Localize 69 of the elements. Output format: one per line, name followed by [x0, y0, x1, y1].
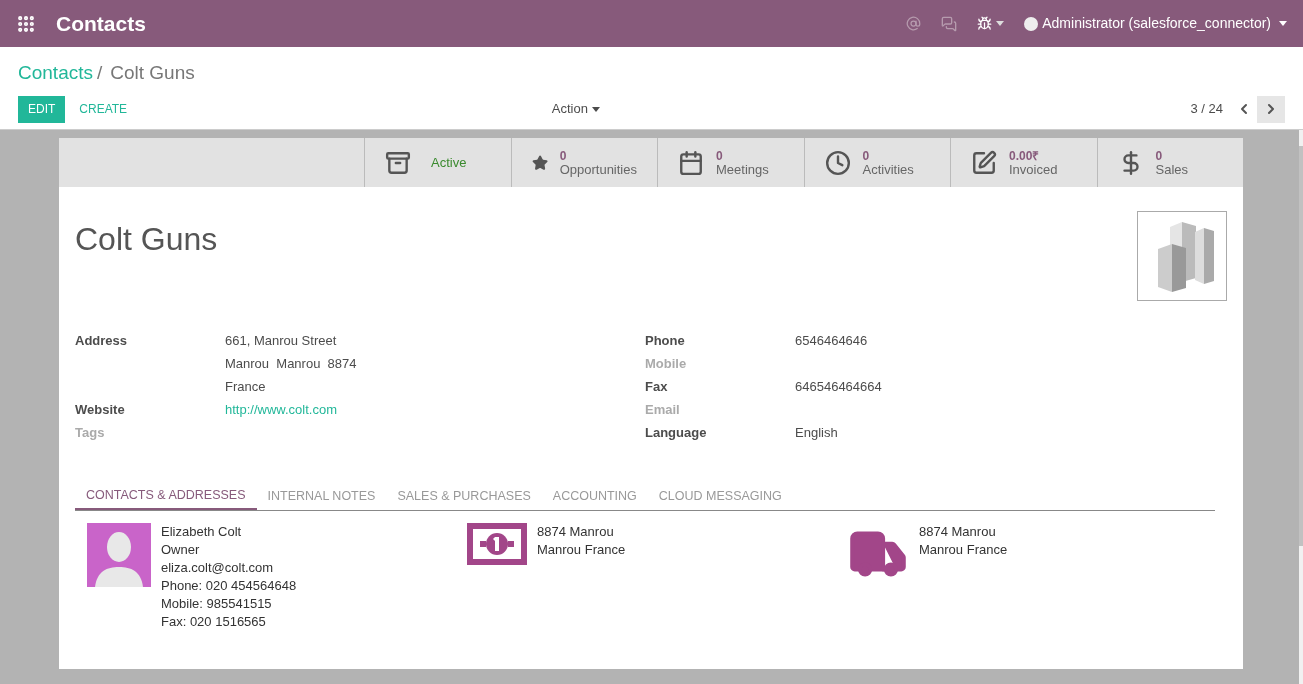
stat-button[interactable]: 0 Activities	[803, 138, 950, 187]
caret-icon	[996, 21, 1005, 26]
contact-detail: Fax: 020 1516565	[161, 613, 267, 631]
debug-icon[interactable]	[977, 16, 993, 31]
stat-button[interactable]: 0.00₹ Invoiced	[950, 138, 1097, 187]
stat-label: Meetings	[716, 162, 769, 177]
create-button[interactable]: CREATE	[65, 95, 142, 123]
contact-detail: Manrou France	[919, 541, 1008, 559]
pager-counter: 3 / 24	[1190, 100, 1223, 119]
field-label: Fax	[645, 378, 669, 396]
action-dropdown[interactable]: Action	[551, 99, 600, 119]
stat-value: 0	[1155, 148, 1163, 163]
field-label: Language	[645, 424, 708, 442]
stat-button[interactable]: 0 Meetings	[657, 138, 804, 187]
field-label: Website	[75, 401, 126, 419]
app-title: Contacts	[56, 10, 146, 37]
apps-menu-icon[interactable]	[16, 13, 36, 34]
clock-icon	[824, 149, 851, 176]
stat-label: Activities	[862, 162, 914, 177]
field-value: English	[795, 424, 838, 442]
stat-value: 0	[716, 148, 723, 163]
user-avatar	[1024, 16, 1039, 31]
field-value: 6546464646	[795, 332, 868, 350]
avatar-silhouette-icon	[87, 523, 151, 587]
stat-button[interactable]: 0 Sales	[1096, 138, 1243, 187]
stat-label: Invoiced	[1009, 162, 1058, 177]
stat-value: 0	[559, 148, 567, 163]
field-label: Mobile	[645, 355, 688, 373]
field-value: France	[225, 378, 267, 396]
stat-value: 0.00₹	[1009, 148, 1040, 163]
contact-detail: Phone: 020 454564648	[161, 577, 297, 595]
contact-detail: 8874 Manrou	[919, 523, 997, 541]
field-label: Phone	[645, 332, 686, 350]
partner-name: Colt Guns	[75, 220, 218, 259]
field-label: Address	[75, 332, 129, 350]
contact-detail: 8874 Manrou	[537, 523, 615, 541]
breadcrumb-link[interactable]: Contacts	[18, 59, 93, 88]
contact-detail: Manrou France	[537, 541, 626, 559]
archive-box-icon	[385, 149, 411, 176]
contact-detail: Owner	[161, 541, 201, 559]
notebook-tab[interactable]: CONTACTS & ADDRESSES	[75, 482, 257, 510]
stat-button[interactable]: 0 Opportunities	[510, 138, 657, 187]
field-label: Email	[645, 401, 681, 419]
website-link[interactable]: http://www.colt.com	[225, 398, 337, 421]
contact-detail: Mobile: 985541515	[161, 595, 273, 613]
contact-detail: eliza.colt@colt.com	[161, 559, 275, 577]
breadcrumb-current: Colt Guns	[110, 61, 195, 85]
notebook-tab[interactable]: ACCOUNTING	[541, 482, 648, 510]
calendar-icon	[678, 149, 704, 176]
edit-button[interactable]: EDIT	[18, 95, 66, 123]
caret-icon	[591, 106, 600, 112]
stat-button[interactable]: Active	[364, 138, 511, 187]
stat-label: Sales	[1155, 162, 1189, 177]
banknote-icon	[467, 523, 527, 565]
notebook-tab[interactable]: CLOUD MESSAGING	[647, 482, 793, 510]
field-value: 646546464664	[795, 378, 882, 396]
stat-value: 0	[862, 148, 870, 163]
field-value: Manrou Manrou 8874	[225, 355, 357, 373]
pencil-square-icon	[971, 149, 997, 176]
notebook-tab[interactable]: INTERNAL NOTES	[256, 482, 387, 510]
user-menu[interactable]: Administrator (salesforce_connector)	[1042, 13, 1271, 34]
field-label: Tags	[75, 424, 106, 442]
stat-label: Opportunities	[559, 162, 637, 177]
contact-detail: Elizabeth Colt	[161, 523, 243, 541]
caret-icon	[1279, 21, 1287, 26]
next-button[interactable]	[1257, 95, 1285, 123]
field-value: 661, Manrou Street	[225, 332, 338, 350]
notebook-tab[interactable]: SALES & PURCHASES	[386, 482, 542, 510]
breadcrumb-separator: /	[97, 61, 103, 85]
